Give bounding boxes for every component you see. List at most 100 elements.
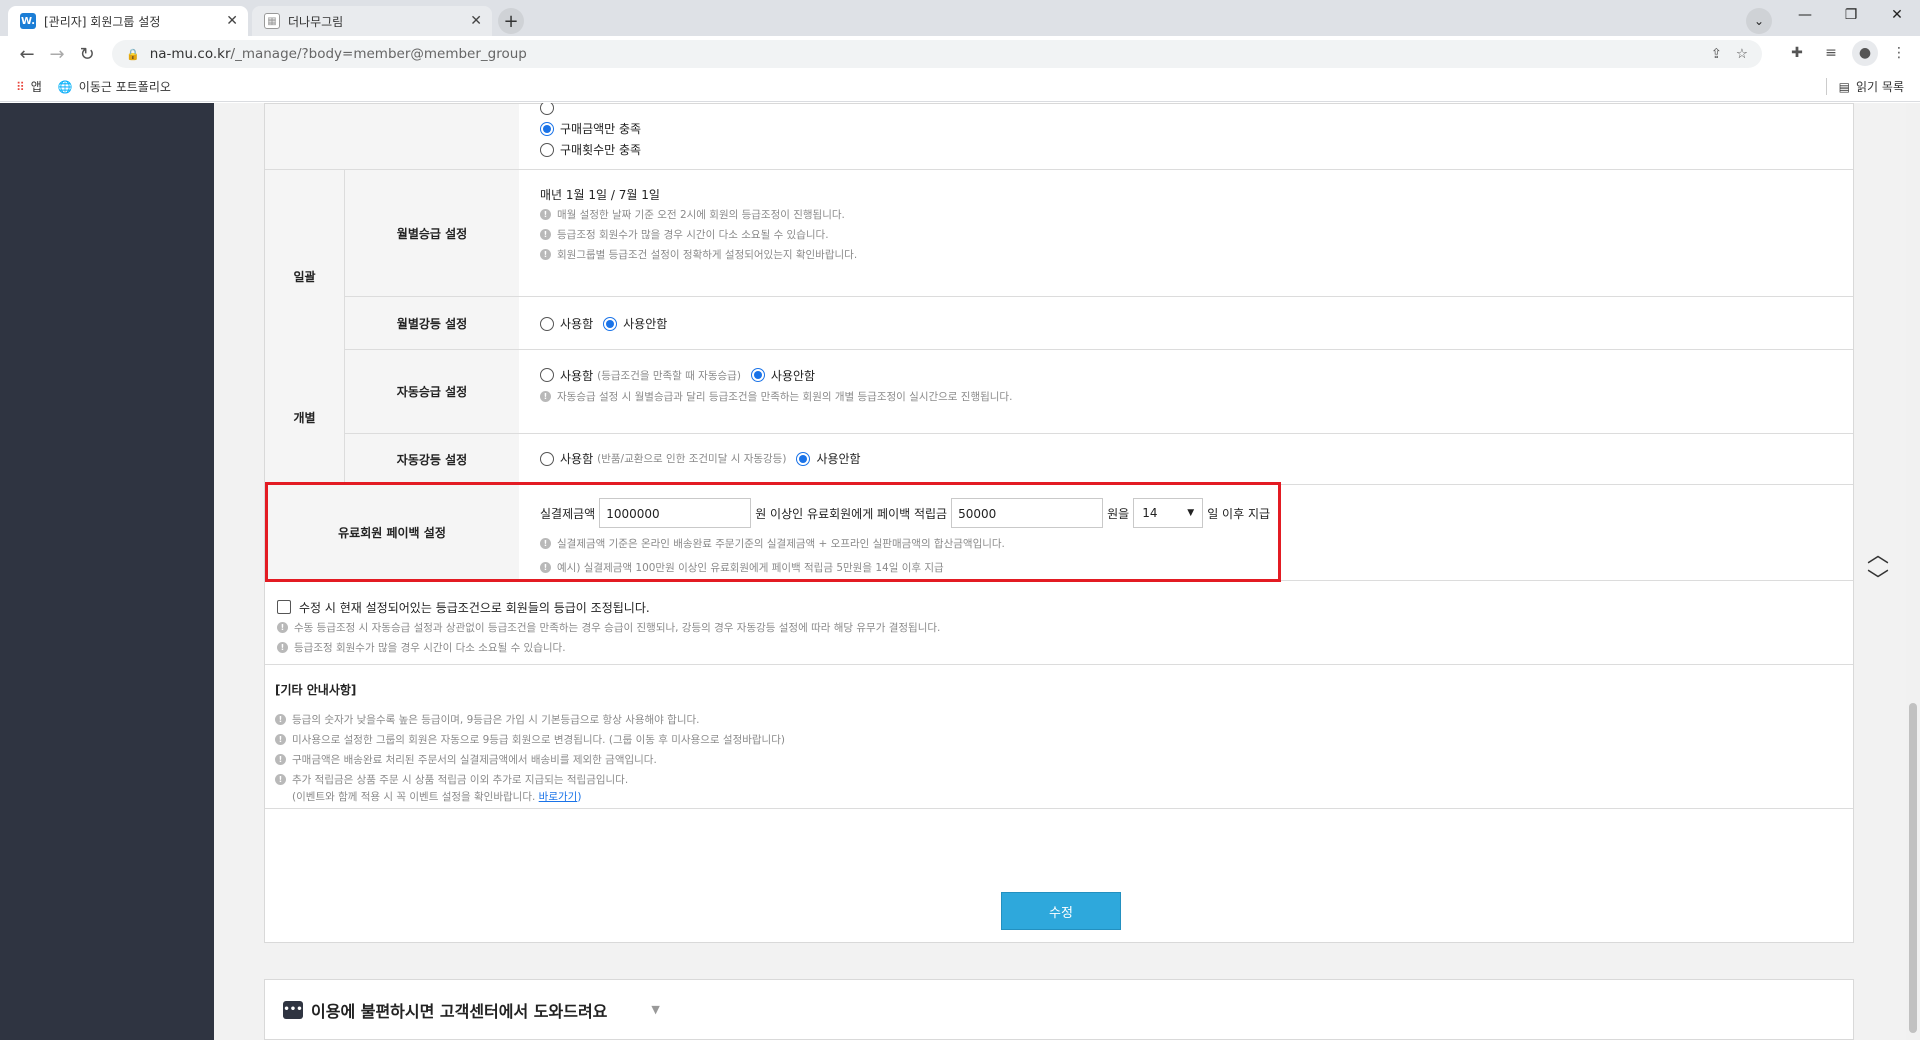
info-icon: !	[275, 713, 286, 725]
scroll-arrows: ︿ ﹀	[1866, 543, 1890, 595]
radio-label: 사용안함	[623, 317, 668, 331]
profile-avatar-icon[interactable]: ●	[1852, 40, 1878, 66]
monthly-down-options: 사용함 사용안함	[540, 315, 677, 332]
confirm-content: 수정 시 현재 설정되어있는 등급조건으로 회원들의 등급이 조정됩니다. ! 수…	[277, 597, 940, 657]
monthly-up-row: 월별승급 설정 매년 1월 1일 / 7월 1일 ! 매월 설정한 날짜 기준 오…	[345, 170, 1853, 297]
checkbox-icon	[277, 600, 291, 614]
radio-label: 사용안함	[770, 368, 816, 383]
note-text: 등급조정 회원수가 많을 경우 시간이 다소 소요될 수 있습니다.	[294, 641, 566, 654]
bookmark-portfolio[interactable]: 🌐 이동근 포트폴리오	[58, 78, 171, 95]
highlight-box	[265, 482, 1281, 582]
note: ! 수동 등급조정 시 자동승급 설정과 상관없이 등급조건을 만족하는 경우 승…	[277, 617, 940, 637]
scrollbar[interactable]	[1906, 103, 1920, 1040]
caret-down-icon: ▼	[651, 1003, 660, 1016]
forward-icon[interactable]: →	[42, 39, 72, 69]
radio-selected-icon	[750, 368, 765, 382]
radio-use[interactable]: 사용함 (반품/교환으로 인한 조건미달 시 자동강등)	[540, 450, 786, 467]
page-viewport: 구매금액만 충족 구매횟수만 충족 일괄 월별승급 설정 매년 1월 1일 / …	[0, 103, 1920, 1040]
radio-purchase-count[interactable]: 구매횟수만 충족	[540, 139, 651, 160]
toolbar-icons: ✚ ≡ ● ⋮	[1784, 40, 1912, 66]
admin-sidebar	[0, 103, 214, 1040]
bookmark-apps[interactable]: ⠿ 앱	[16, 78, 42, 95]
back-icon[interactable]: ←	[12, 39, 42, 69]
media-icon[interactable]: ≡	[1818, 40, 1844, 66]
radio-label: 구매횟수만 충족	[560, 143, 642, 157]
radio-nouse[interactable]: 사용안함	[603, 315, 667, 332]
restore-icon[interactable]: ❐	[1828, 0, 1874, 30]
tab-admin[interactable]: W. [관리자] 회원그룹 설정 ✕	[8, 6, 248, 36]
auto-down-row: 자동강등 설정 사용함 (반품/교환으로 인한 조건미달 시 자동강등) 사용안함	[345, 434, 1853, 485]
bookmark-label: 이동근 포트폴리오	[78, 80, 171, 94]
radio-label: 사용함	[560, 317, 594, 331]
radio-hint: (반품/교환으로 인한 조건미달 시 자동강등)	[597, 453, 787, 465]
info-icon: !	[277, 641, 288, 653]
close-tab-icon[interactable]: ✕	[470, 13, 482, 29]
reload-icon[interactable]: ↻	[72, 39, 102, 69]
group-label-individual: 개별	[265, 350, 345, 485]
scroll-down-icon[interactable]: ﹀	[1866, 569, 1890, 595]
reading-list-icon: ▤	[1838, 79, 1851, 94]
settings-panel: 구매금액만 충족 구매횟수만 충족 일괄 월별승급 설정 매년 1월 1일 / …	[264, 103, 1854, 943]
browser-tabbar: W. [관리자] 회원그룹 설정 ✕ ▦ 더나무그림 ✕ + ⌄ — ❐ ✕	[0, 0, 1920, 36]
share-icon[interactable]: ⇪	[1711, 46, 1722, 62]
help-bar[interactable]: ••• 이용에 불편하시면 고객센터에서 도와드려요 ▼	[264, 979, 1854, 1040]
bookmark-label: 앱	[30, 80, 42, 94]
info-icon: !	[275, 773, 286, 785]
link-paren: )	[577, 791, 582, 803]
note-text: 추가 적립금은 상품 주문 시 상품 적립금 이외 추가로 지급되는 적립금입니…	[292, 773, 629, 786]
etc-title: [기타 안내사항]	[275, 683, 357, 697]
note: ! 회원그룹별 등급조건 설정이 정확하게 설정되어있는지 확인바랍니다.	[540, 244, 857, 264]
grid-favicon-icon: ▦	[264, 13, 280, 29]
radio-unselected-icon	[540, 316, 554, 331]
note: ! 미사용으로 설정한 그룹의 회원은 자동으로 9등급 회원으로 변경됩니다. …	[275, 729, 785, 749]
radio-use[interactable]: 사용함 (등급조건을 만족할 때 자동승급)	[540, 367, 741, 384]
info-icon: !	[540, 208, 551, 220]
radio-nouse[interactable]: 사용안함	[796, 450, 861, 467]
checkbox-label: 수정 시 현재 설정되어있는 등급조건으로 회원들의 등급이 조정됩니다.	[299, 600, 650, 615]
note: ! 매월 설정한 날짜 기준 오전 2시에 회원의 등급조정이 진행됩니다.	[540, 204, 857, 224]
radio-nouse[interactable]: 사용안함	[750, 367, 816, 384]
note: ! 등급조정 회원수가 많을 경우 시간이 다소 소요될 수 있습니다.	[540, 224, 857, 244]
address-bar[interactable]: 🔒 na-mu.co.kr/_manage/?body=member@membe…	[112, 40, 1762, 68]
row-label: 월별승급 설정	[345, 170, 519, 296]
etc-sub-text: (이벤트와 함께 적용 시 꼭 이벤트 설정을 확인바랍니다.	[292, 791, 536, 803]
note-text: 회원그룹별 등급조건 설정이 정확하게 설정되어있는지 확인바랍니다.	[557, 248, 858, 261]
info-icon: !	[275, 753, 286, 765]
bookmarks-bar: ⠿ 앱 🌐 이동근 포트폴리오 ▤ 읽기 목록	[0, 72, 1920, 102]
tab-search-button[interactable]: ⌄	[1746, 8, 1772, 34]
extensions-icon[interactable]: ✚	[1784, 40, 1810, 66]
submit-button[interactable]: 수정	[1001, 892, 1121, 930]
close-tab-icon[interactable]: ✕	[226, 13, 238, 29]
scrollbar-thumb[interactable]	[1909, 703, 1917, 1033]
lock-icon: 🔒	[126, 47, 140, 61]
radio-selected-icon	[796, 451, 811, 466]
scroll-up-icon[interactable]: ︿	[1866, 543, 1890, 569]
main-content: 구매금액만 충족 구매횟수만 충족 일괄 월별승급 설정 매년 1월 1일 / …	[264, 103, 1854, 1040]
etc-section: [기타 안내사항] ! 등급의 숫자가 낮을수록 높은 등급이며, 9등급은 가입…	[265, 665, 1853, 809]
note-text: 수동 등급조정 시 자동승급 설정과 상관없이 등급조건을 만족하는 경우 승급…	[294, 621, 941, 634]
reading-list[interactable]: ▤ 읽기 목록	[1825, 78, 1904, 95]
tab-namu[interactable]: ▦ 더나무그림 ✕	[252, 6, 492, 36]
radio-purchase-amount[interactable]: 구매금액만 충족	[540, 118, 651, 139]
shortcut-link[interactable]: 바로가기	[539, 791, 578, 803]
new-tab-button[interactable]: +	[498, 8, 524, 34]
radio-label: 구매금액만 충족	[560, 122, 642, 136]
condition-options: 구매금액만 충족 구매횟수만 충족	[540, 103, 651, 160]
chat-icon: •••	[283, 1000, 303, 1019]
info-icon: !	[540, 228, 551, 240]
note-text: 등급조정 회원수가 많을 경우 시간이 다소 소요될 수 있습니다.	[557, 228, 829, 241]
star-icon[interactable]: ☆	[1736, 46, 1748, 62]
radio-hint: (등급조건을 만족할 때 자동승급)	[597, 369, 741, 382]
menu-kebab-icon[interactable]: ⋮	[1886, 40, 1912, 66]
auto-up-options: 사용함 (등급조건을 만족할 때 자동승급) 사용안함	[540, 364, 1012, 386]
note-text: 매월 설정한 날짜 기준 오전 2시에 회원의 등급조정이 진행됩니다.	[557, 208, 845, 221]
minimize-icon[interactable]: —	[1782, 0, 1828, 30]
radio-use[interactable]: 사용함	[540, 315, 593, 332]
note: ! 자동승급 설정 시 월별승급과 달리 등급조건을 만족하는 회원의 개별 등급…	[540, 386, 1012, 406]
close-window-icon[interactable]: ✕	[1874, 0, 1920, 30]
auto-up-row: 자동승급 설정 사용함 (등급조건을 만족할 때 자동승급) 사용안함 ! 자동승급…	[345, 350, 1853, 434]
info-icon: !	[275, 733, 286, 745]
window-controls: — ❐ ✕	[1782, 0, 1920, 30]
reading-list-label: 읽기 목록	[1856, 80, 1904, 94]
confirm-checkbox[interactable]: 수정 시 현재 설정되어있는 등급조건으로 회원들의 등급이 조정됩니다.	[277, 597, 940, 617]
